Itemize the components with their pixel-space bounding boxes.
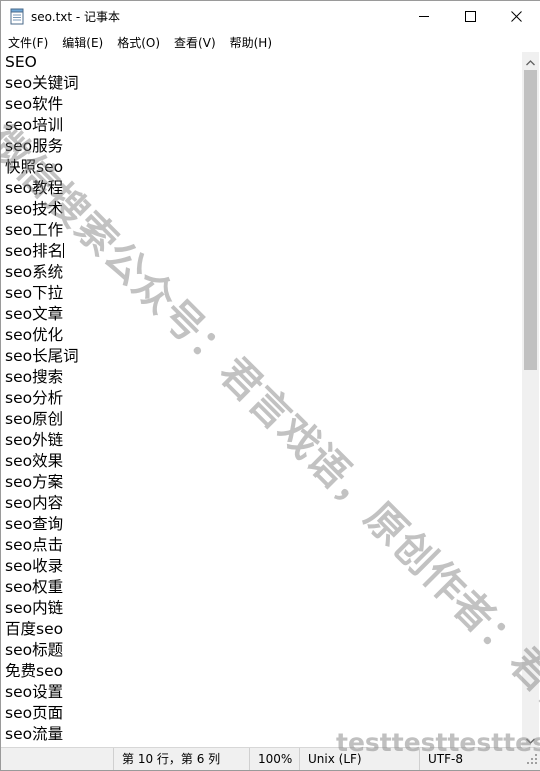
chevron-up-icon (526, 51, 535, 70)
menu-format[interactable]: 格式(O) (110, 34, 167, 51)
notepad-icon (10, 8, 24, 25)
text-line: 百度seo (5, 620, 64, 638)
minimize-icon (418, 7, 430, 26)
text-line: seo关键词 (5, 74, 79, 92)
menu-file[interactable]: 文件(F) (1, 34, 55, 51)
menu-edit[interactable]: 编辑(E) (55, 34, 110, 51)
scroll-thumb[interactable] (524, 70, 537, 370)
status-cursor-position: 第 10 行，第 6 列 (113, 748, 250, 770)
window-title: seo.txt - 记事本 (31, 10, 121, 24)
bottom-watermark: testtesttesttest (336, 728, 540, 757)
text-line: seo优化 (5, 326, 64, 344)
status-zoom: 100% (249, 748, 300, 770)
close-icon (510, 7, 522, 26)
scroll-up-button[interactable] (522, 52, 539, 69)
menu-bar: 文件(F) 编辑(E) 格式(O) 查看(V) 帮助(H) (1, 32, 540, 52)
text-line: seo文章 (5, 305, 64, 323)
title-bar[interactable]: seo.txt - 记事本 (1, 1, 540, 32)
text-line: SEO (5, 53, 37, 71)
text-line: seo设置 (5, 683, 64, 701)
menu-view[interactable]: 查看(V) (167, 34, 223, 51)
maximize-icon (464, 7, 476, 26)
text-line: seo效果 (5, 452, 64, 470)
maximize-button[interactable] (447, 1, 493, 32)
text-line: seo下拉 (5, 284, 64, 302)
text-line: seo查询 (5, 515, 64, 533)
text-line: seo服务 (5, 137, 64, 155)
text-line: 免费seo (5, 662, 64, 680)
minimize-button[interactable] (401, 1, 447, 32)
text-line: seo系统 (5, 263, 64, 281)
text-line: seo方案 (5, 473, 64, 491)
text-line: seo标题 (5, 641, 64, 659)
text-line: seo培训 (5, 116, 64, 134)
text-line: seo内容 (5, 494, 64, 512)
text-line: seo软件 (5, 95, 64, 113)
menu-help[interactable]: 帮助(H) (223, 34, 279, 51)
text-caret (63, 243, 65, 258)
text-line: seo页面 (5, 704, 64, 722)
close-button[interactable] (493, 1, 539, 32)
